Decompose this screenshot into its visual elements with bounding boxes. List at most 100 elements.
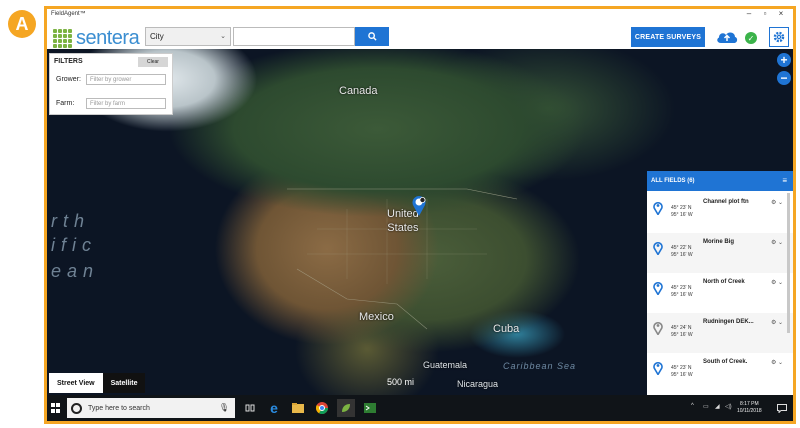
clear-filters-button[interactable]: Clear bbox=[138, 57, 168, 67]
location-type-select[interactable]: City ⌄ bbox=[145, 27, 231, 46]
chevron-up-icon[interactable]: ^ bbox=[691, 403, 694, 409]
field-name: Channel plot ftn bbox=[703, 199, 749, 205]
field-longitude: 95° 16' W bbox=[671, 332, 693, 338]
field-latitude: 45° 24' N bbox=[671, 325, 692, 331]
all-fields-panel: ALL FIELDS (6) ≡ 45° 23' N 95° 16' W Chann… bbox=[647, 171, 793, 395]
fields-scrollbar[interactable] bbox=[787, 193, 790, 333]
ocean-label-2: ific bbox=[51, 235, 97, 255]
location-type-value: City bbox=[150, 32, 164, 41]
field-list-item[interactable]: 45° 23' N 95° 16' W North of Creek ⚙ ⌄ bbox=[647, 273, 793, 313]
chrome-icon[interactable] bbox=[313, 399, 331, 417]
create-surveys-button[interactable]: CREATE SURVEYS bbox=[631, 27, 705, 47]
zoom-out-button[interactable]: − bbox=[777, 71, 791, 85]
window-titlebar: FieldAgent™ – ▫ × bbox=[47, 9, 793, 21]
network-icon[interactable]: ◢ bbox=[715, 403, 720, 410]
clock-date: 10/11/2018 bbox=[737, 408, 762, 414]
zoom-in-button[interactable]: + bbox=[777, 53, 791, 67]
taskbar-clock[interactable]: 8:17 PM 10/11/2018 bbox=[737, 401, 762, 415]
field-longitude: 95° 16' W bbox=[671, 292, 693, 298]
map-label-caribbean: Caribbean Sea bbox=[503, 361, 577, 371]
filters-panel: FILTERS Clear Grower: Filter by grower F… bbox=[49, 53, 173, 115]
chevron-down-icon: ⌄ bbox=[220, 33, 226, 40]
taskbar-search-placeholder: Type here to search bbox=[88, 404, 150, 412]
fields-panel-title: ALL FIELDS (6) bbox=[651, 178, 695, 184]
gear-icon bbox=[773, 31, 785, 43]
map-label-guatemala: Guatemala bbox=[423, 360, 468, 370]
microphone-icon[interactable]: 🎙 bbox=[219, 403, 229, 412]
field-coordinates: 45° 23' N 95° 16' W bbox=[671, 365, 693, 379]
field-location-pin-icon[interactable] bbox=[411, 195, 427, 217]
volume-icon[interactable]: ◁) bbox=[725, 403, 732, 410]
close-button[interactable]: × bbox=[769, 9, 793, 18]
ocean-label-1: rth bbox=[51, 211, 91, 231]
grower-label: Grower: bbox=[56, 76, 81, 83]
taskbar-search-box[interactable]: Type here to search 🎙 bbox=[67, 398, 235, 418]
fields-panel-header: ALL FIELDS (6) ≡ bbox=[647, 171, 793, 191]
filters-title: FILTERS bbox=[54, 58, 83, 65]
windows-taskbar: Type here to search 🎙 e ^ ▭ ◢ ◁) 8:17 PM… bbox=[47, 395, 793, 421]
sync-ok-icon: ✓ bbox=[745, 32, 757, 44]
clock-time: 8:17 PM bbox=[740, 401, 759, 407]
field-list-item[interactable]: 45° 23' N 95° 16' W South of Creek. ⚙ ⌄ bbox=[647, 353, 793, 393]
field-pin-icon bbox=[653, 321, 663, 335]
field-list-item[interactable]: 45° 24' N 95° 16' W Rudningen DEK... ⚙ ⌄ bbox=[647, 313, 793, 353]
field-pin-icon bbox=[653, 361, 663, 375]
file-explorer-icon[interactable] bbox=[289, 399, 307, 417]
field-settings-gear-icon[interactable]: ⚙ ⌄ bbox=[771, 319, 783, 326]
map-label-nicaragua: Nicaragua bbox=[457, 379, 499, 389]
field-name: Rudningen DEK... bbox=[703, 319, 754, 325]
field-latitude: 45° 23' N bbox=[671, 205, 692, 211]
field-longitude: 95° 16' W bbox=[671, 212, 693, 218]
field-pin-icon bbox=[653, 201, 663, 215]
field-latitude: 45° 23' N bbox=[671, 285, 692, 291]
field-settings-gear-icon[interactable]: ⚙ ⌄ bbox=[771, 359, 783, 366]
field-list-item[interactable]: 45° 23' N 95° 16' W Channel plot ftn ⚙ ⌄ bbox=[647, 193, 793, 233]
field-longitude: 95° 16' W bbox=[671, 252, 693, 258]
list-menu-icon[interactable]: ≡ bbox=[782, 176, 787, 185]
field-coordinates: 45° 23' N 95° 16' W bbox=[671, 205, 693, 219]
settings-button[interactable] bbox=[769, 27, 789, 47]
farm-label: Farm: bbox=[56, 100, 75, 107]
field-list-item[interactable]: 45° 22' N 95° 16' W Morine Big ⚙ ⌄ bbox=[647, 233, 793, 273]
edge-browser-icon[interactable]: e bbox=[265, 399, 283, 417]
app-screenshot: FieldAgent™ – ▫ × sentera City ⌄ CREATE bbox=[44, 6, 796, 424]
satellite-button[interactable]: Satellite bbox=[102, 373, 146, 393]
field-coordinates: 45° 23' N 95° 16' W bbox=[671, 285, 693, 299]
figure-badge: A bbox=[8, 10, 36, 38]
street-view-button[interactable]: Street View bbox=[49, 373, 103, 393]
field-name: Morine Big bbox=[703, 239, 734, 245]
field-settings-gear-icon[interactable]: ⚙ ⌄ bbox=[771, 239, 783, 246]
battery-icon[interactable]: ▭ bbox=[703, 403, 709, 410]
grower-filter-input[interactable]: Filter by grower bbox=[86, 74, 166, 85]
fieldagent-app-icon[interactable] bbox=[337, 399, 355, 417]
map-label-mexico: Mexico bbox=[359, 311, 394, 323]
map-type-toggle: Street View Satellite bbox=[49, 373, 146, 393]
notifications-icon[interactable] bbox=[773, 399, 791, 417]
task-view-icon[interactable] bbox=[241, 399, 259, 417]
farm-filter-input[interactable]: Filter by farm bbox=[86, 98, 166, 109]
field-pin-icon bbox=[653, 241, 663, 255]
window-title: FieldAgent™ bbox=[51, 11, 86, 17]
field-latitude: 45° 22' N bbox=[671, 245, 692, 251]
map-scale: 500 mi bbox=[387, 377, 415, 387]
search-icon bbox=[367, 32, 377, 41]
satellite-map[interactable]: rth ific ean Canada United States Mexico… bbox=[47, 49, 793, 395]
search-input[interactable] bbox=[233, 27, 355, 46]
field-latitude: 45° 23' N bbox=[671, 365, 692, 371]
logo-text: sentera bbox=[76, 27, 140, 49]
cloud-sync-icon[interactable] bbox=[715, 29, 739, 45]
field-coordinates: 45° 24' N 95° 16' W bbox=[671, 325, 693, 339]
cortana-icon bbox=[71, 402, 82, 414]
map-label-cuba: Cuba bbox=[493, 323, 520, 335]
sentera-logo: sentera bbox=[53, 27, 140, 50]
field-settings-gear-icon[interactable]: ⚙ ⌄ bbox=[771, 199, 783, 206]
field-coordinates: 45° 22' N 95° 16' W bbox=[671, 245, 693, 259]
logo-mark-icon bbox=[53, 28, 73, 49]
windows-start-icon[interactable] bbox=[51, 403, 61, 413]
terminal-app-icon[interactable] bbox=[361, 399, 379, 417]
field-longitude: 95° 16' W bbox=[671, 372, 693, 378]
field-name: North of Creek bbox=[703, 279, 745, 285]
search-button[interactable] bbox=[355, 27, 389, 46]
map-label-canada: Canada bbox=[339, 85, 378, 97]
field-settings-gear-icon[interactable]: ⚙ ⌄ bbox=[771, 279, 783, 286]
